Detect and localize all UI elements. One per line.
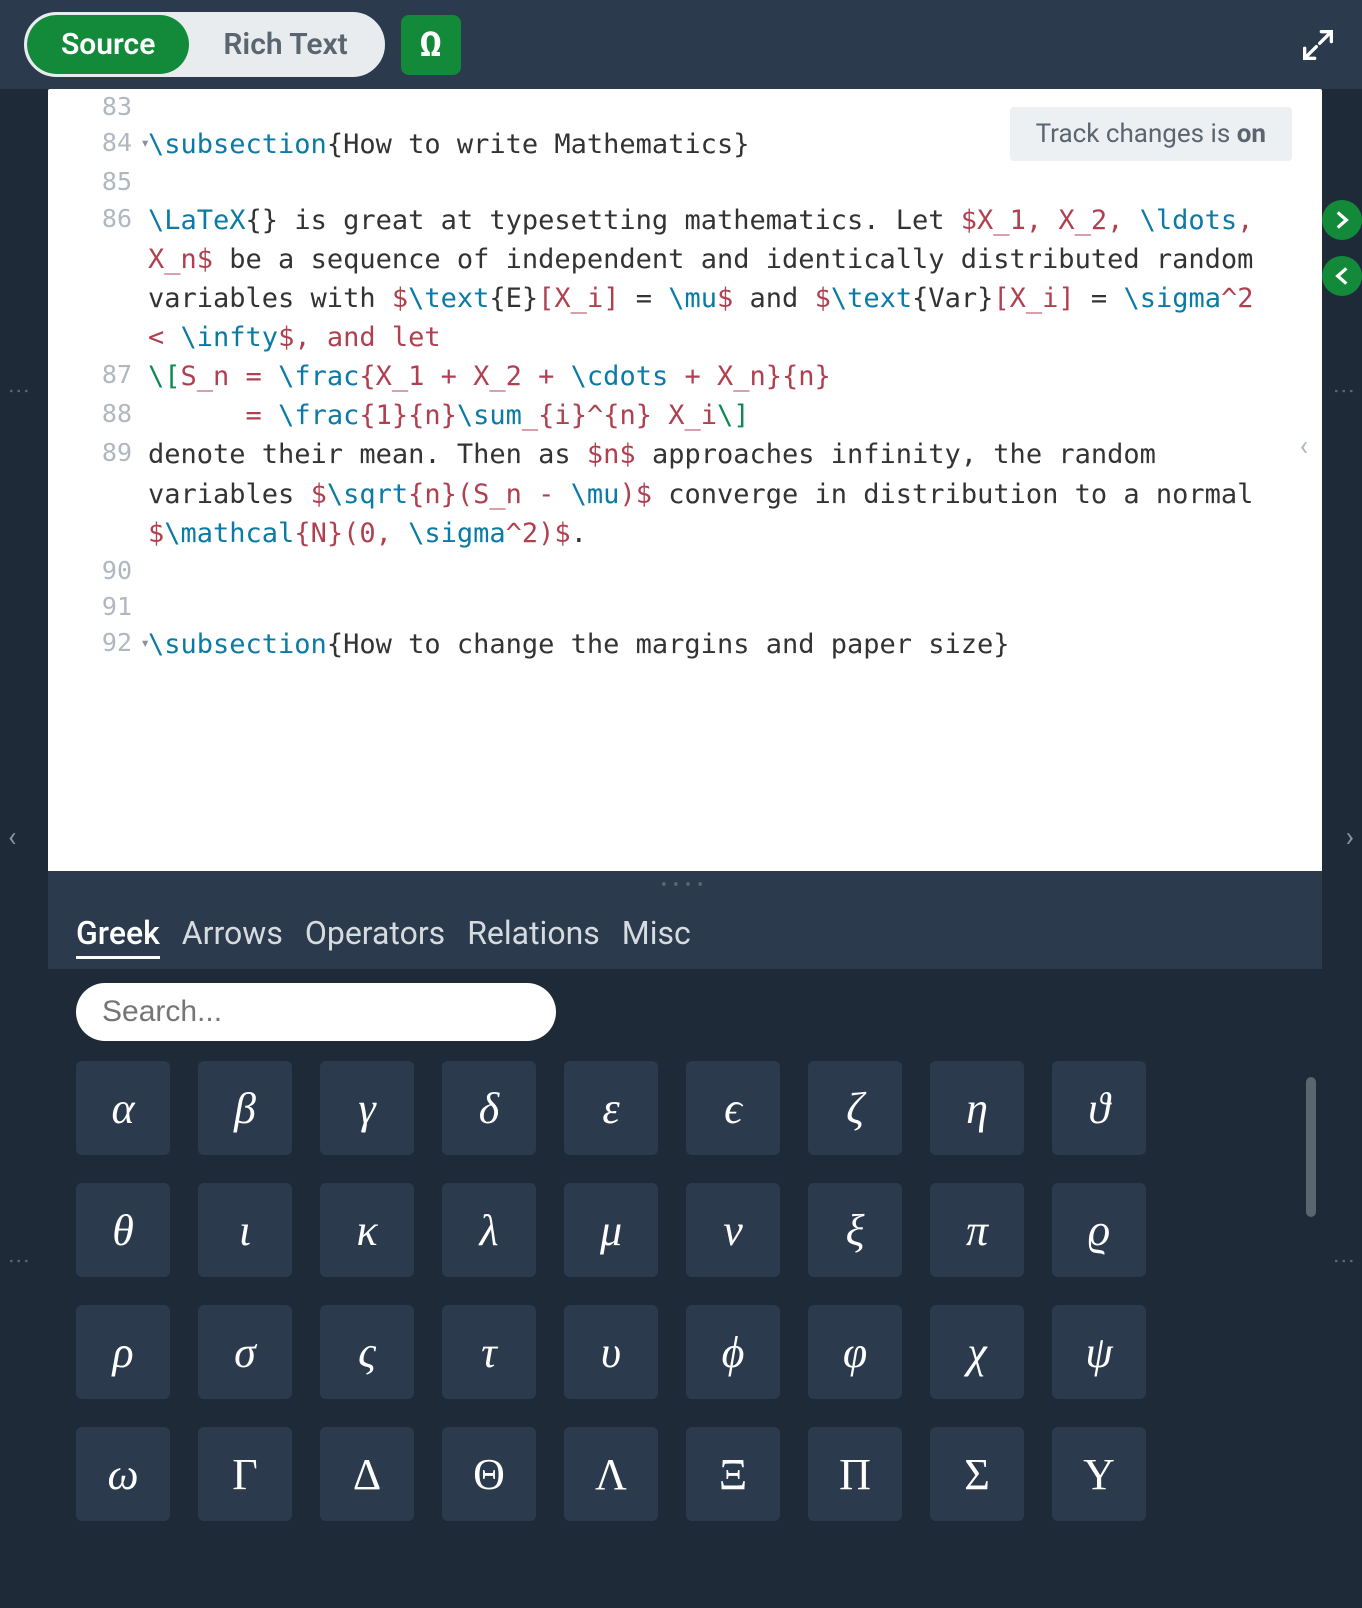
track-changes-badge: Track changes is on [1010, 107, 1292, 161]
symbol-grid: αβγδεϵζηϑ θικλμνξπϱ ρσςτυϕφχψ ωΓΔΘΛΞΠΣΥ [76, 1061, 1294, 1521]
left-gutter-dots-2: ⋮ [6, 1250, 31, 1272]
code-line[interactable]: \[S_n = \frac{X_1 + X_2 + \cdots + X_n}{… [148, 357, 1282, 396]
symbol-button[interactable]: β [198, 1061, 292, 1155]
symbol-button[interactable]: κ [320, 1183, 414, 1277]
symbol-button[interactable]: μ [564, 1183, 658, 1277]
editor-toolbar: Source Rich Text Ω [0, 0, 1362, 89]
symbol-button[interactable]: ν [686, 1183, 780, 1277]
symbol-category-tabs: Greek Arrows Operators Relations Misc [48, 900, 1322, 969]
symbol-button[interactable]: Ξ [686, 1427, 780, 1521]
resize-handle[interactable]: •••• [48, 871, 1322, 900]
symbol-search-input[interactable] [76, 983, 556, 1041]
symbol-button[interactable]: ρ [76, 1305, 170, 1399]
symbol-button[interactable]: η [930, 1061, 1024, 1155]
panel-collapse-right-icon[interactable]: › [1346, 820, 1354, 853]
symbol-button[interactable]: χ [930, 1305, 1024, 1399]
line-number: 88 [48, 396, 148, 432]
line-number: 89 [48, 435, 148, 471]
tab-rich-text[interactable]: Rich Text [189, 15, 381, 74]
symbol-button[interactable]: σ [198, 1305, 292, 1399]
symbol-button[interactable]: γ [320, 1061, 414, 1155]
symbol-grid-wrap: αβγδεϵζηϑ θικλμνξπϱ ρσςτυϕφχψ ωΓΔΘΛΞΠΣΥ [48, 1047, 1322, 1541]
symbol-button[interactable]: ϕ [686, 1305, 780, 1399]
code-line[interactable]: \subsection{How to change the margins an… [148, 625, 1282, 664]
symbol-button[interactable]: λ [442, 1183, 536, 1277]
line-number: 90 [48, 553, 148, 589]
symbol-button[interactable]: Θ [442, 1427, 536, 1521]
symbol-button[interactable]: α [76, 1061, 170, 1155]
panel-collapse-left-icon[interactable]: ‹ [8, 820, 16, 853]
symbol-button[interactable]: ϵ [686, 1061, 780, 1155]
track-changes-label: Track changes is [1036, 119, 1237, 149]
line-number: 92▾ [48, 625, 148, 661]
symbol-button[interactable]: ς [320, 1305, 414, 1399]
collapse-chevron-icon[interactable]: ‹ [1300, 429, 1308, 462]
line-number: 91 [48, 589, 148, 625]
symbol-button[interactable]: φ [808, 1305, 902, 1399]
track-changes-state: on [1237, 119, 1266, 149]
symbol-button[interactable]: Γ [198, 1427, 292, 1521]
symbol-button[interactable]: Δ [320, 1427, 414, 1521]
symbol-button[interactable]: δ [442, 1061, 536, 1155]
code-line[interactable]: denote their mean. Then as $n$ approache… [148, 435, 1282, 552]
symtab-arrows[interactable]: Arrows [182, 914, 283, 959]
left-gutter-dots: ⋮ [6, 380, 31, 402]
code-editor[interactable]: Track changes is on ‹ 83 84▾ \subsection… [48, 89, 1322, 871]
symtab-greek[interactable]: Greek [76, 914, 160, 959]
line-number: 87 [48, 357, 148, 393]
next-change-icon[interactable] [1322, 200, 1362, 240]
right-gutter-dots: ⋮ [1331, 380, 1356, 402]
line-number: 83 [48, 89, 148, 125]
fold-caret-icon[interactable]: ▾ [140, 631, 150, 654]
symbol-search-wrap [48, 969, 1322, 1047]
view-tab-group: Source Rich Text [24, 12, 385, 77]
symbol-button[interactable]: ι [198, 1183, 292, 1277]
symbol-button[interactable]: θ [76, 1183, 170, 1277]
symbol-button[interactable]: ξ [808, 1183, 902, 1277]
right-gutter-dots-2: ⋮ [1331, 1250, 1356, 1272]
line-number: 86 [48, 201, 148, 237]
symbol-button[interactable]: Π [808, 1427, 902, 1521]
code-line[interactable]: \LaTeX{} is great at typesetting mathema… [148, 201, 1282, 358]
symbol-button[interactable]: ε [564, 1061, 658, 1155]
symbol-button[interactable]: ϑ [1052, 1061, 1146, 1155]
line-number: 84▾ [48, 125, 148, 161]
symbol-button[interactable]: Λ [564, 1427, 658, 1521]
code-line[interactable]: = \frac{1}{n}\sum_{i}^{n} X_i\] [148, 396, 1282, 435]
symbol-button[interactable]: ω [76, 1427, 170, 1521]
symbol-button[interactable]: τ [442, 1305, 536, 1399]
symbol-button[interactable]: ζ [808, 1061, 902, 1155]
symbol-button[interactable]: Υ [1052, 1427, 1146, 1521]
symbol-button[interactable]: π [930, 1183, 1024, 1277]
symbol-button[interactable]: Σ [930, 1427, 1024, 1521]
symtab-relations[interactable]: Relations [467, 914, 600, 959]
symbol-button[interactable]: ψ [1052, 1305, 1146, 1399]
symbol-button[interactable]: υ [564, 1305, 658, 1399]
fold-caret-icon[interactable]: ▾ [140, 131, 150, 154]
symtab-misc[interactable]: Misc [622, 914, 691, 959]
scrollbar-thumb[interactable] [1306, 1077, 1316, 1217]
insert-symbol-button[interactable]: Ω [401, 15, 461, 75]
tab-source[interactable]: Source [27, 15, 189, 74]
line-number: 85 [48, 164, 148, 200]
prev-change-icon[interactable] [1322, 256, 1362, 296]
fullscreen-icon[interactable] [1298, 25, 1338, 65]
symtab-operators[interactable]: Operators [305, 914, 445, 959]
symbol-button[interactable]: ϱ [1052, 1183, 1146, 1277]
